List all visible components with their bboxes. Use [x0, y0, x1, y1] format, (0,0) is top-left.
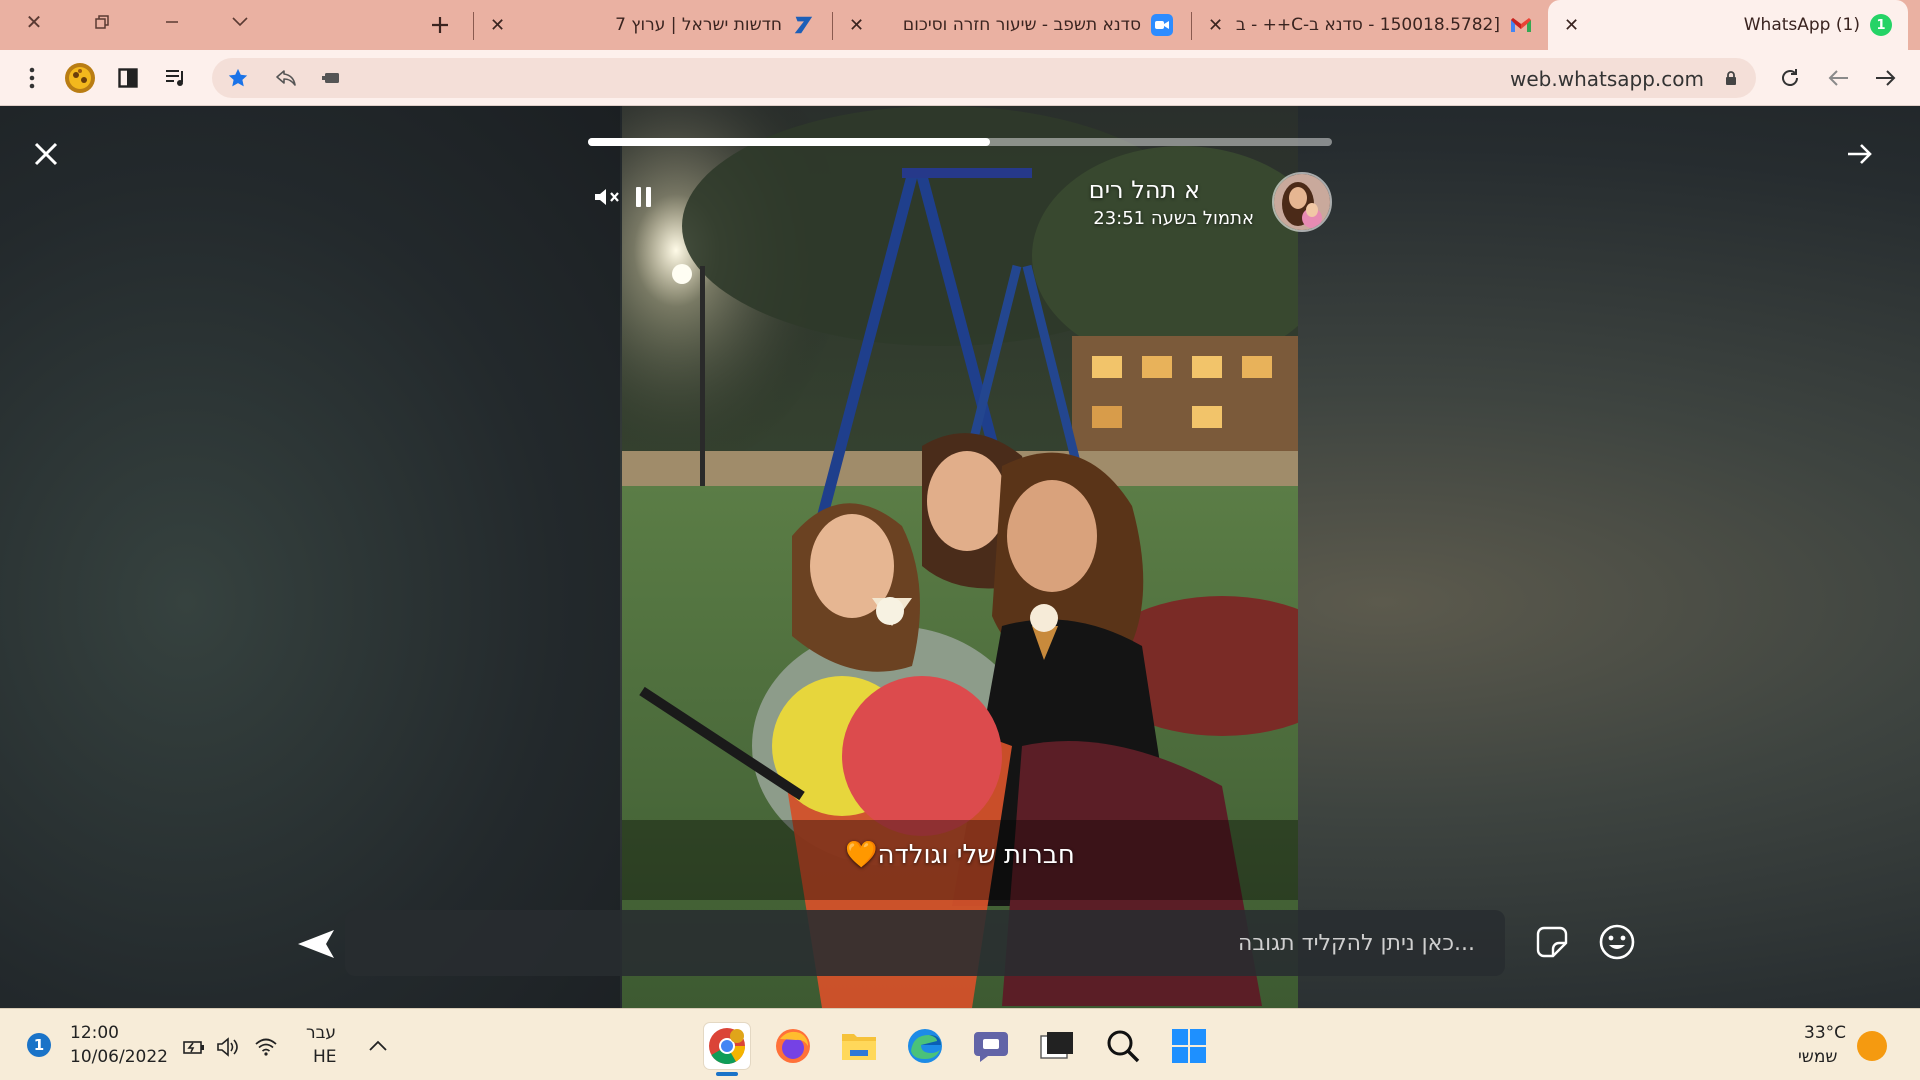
sunny-weather-icon[interactable] — [1857, 1031, 1887, 1061]
cast-icon[interactable] — [312, 58, 352, 98]
tab-title: (1) WhatsApp — [1743, 15, 1860, 35]
weather-temperature[interactable]: 33°C — [1804, 1023, 1846, 1043]
task-view-app-icon[interactable] — [1034, 1023, 1080, 1069]
browser-toolbar: web.whatsapp.com — [0, 50, 1920, 106]
windows-taskbar: 1 12:00 10/06/2022 עבר HE 33°C שמשי — [0, 1008, 1920, 1080]
blurred-background — [0, 106, 620, 1008]
tab-zoom[interactable]: סדנא תשפב - שיעור חזרה וסיכום ✕ — [833, 0, 1189, 50]
plus-icon — [432, 17, 448, 33]
gmail-icon — [1510, 14, 1532, 36]
reply-input[interactable] — [375, 910, 1475, 976]
status-progress-fill — [588, 138, 990, 146]
wifi-icon[interactable] — [252, 1035, 280, 1059]
url-text: web.whatsapp.com — [1510, 67, 1704, 91]
search-app-icon[interactable] — [1100, 1023, 1146, 1069]
notification-badge[interactable]: 1 — [27, 1033, 51, 1057]
clock-time[interactable]: 12:00 — [70, 1023, 119, 1043]
language-indicator-bottom[interactable]: HE — [313, 1047, 337, 1067]
file-explorer-app-icon[interactable] — [836, 1023, 882, 1069]
back-arrow-icon[interactable] — [1818, 58, 1858, 98]
side-panel-icon[interactable] — [108, 58, 148, 98]
window-restore-icon[interactable] — [80, 0, 124, 44]
tab-close-icon[interactable]: ✕ — [1208, 15, 1223, 36]
weather-condition[interactable]: שמשי — [1798, 1047, 1837, 1067]
tab-whatsapp[interactable]: 1 (1) WhatsApp ✕ — [1548, 0, 1908, 50]
lock-icon[interactable] — [1716, 58, 1746, 98]
clock-date[interactable]: 10/06/2022 — [70, 1047, 168, 1067]
volume-icon[interactable] — [214, 1035, 242, 1059]
poster-avatar[interactable] — [1272, 172, 1332, 232]
language-indicator-top[interactable]: עבר — [306, 1023, 336, 1043]
zoom-icon — [1151, 14, 1173, 36]
tab-strip: ✕ חדשות ישראל | ערוץ 7 ✕ סדנא תשפב - שיע… — [0, 0, 1920, 50]
emoji-smiley-icon — [1599, 924, 1635, 960]
tab-title: חדשות ישראל | ערוץ 7 — [615, 15, 782, 35]
active-app-indicator — [716, 1072, 738, 1076]
firefox-app-icon[interactable] — [770, 1023, 816, 1069]
tab-title: סדנא תשפב - שיעור חזרה וסיכום — [902, 15, 1141, 35]
forward-arrow-icon[interactable] — [1866, 58, 1906, 98]
bookmark-star-icon[interactable] — [218, 58, 258, 98]
tab-gmail[interactable]: [150018.5782 - סדנא ב-C++ - ב ✕ — [1192, 0, 1548, 50]
posted-time: אתמול בשעה 23:51 — [1093, 208, 1254, 229]
new-tab-button[interactable] — [420, 6, 460, 44]
share-icon[interactable] — [266, 58, 306, 98]
chrome-app-icon[interactable] — [704, 1023, 750, 1069]
sticker-icon — [1536, 926, 1568, 958]
edge-app-icon[interactable] — [902, 1023, 948, 1069]
window-minimize-icon[interactable] — [150, 0, 194, 44]
send-reply-button[interactable] — [294, 924, 338, 964]
reply-box — [345, 910, 1505, 976]
tab-arutz7[interactable]: חדשות ישראל | ערוץ 7 ✕ — [474, 0, 830, 50]
menu-kebab-icon[interactable] — [12, 58, 52, 98]
windows-start-icon[interactable] — [1166, 1023, 1212, 1069]
status-progress-bar — [588, 138, 1332, 146]
poster-name: א תהל רים — [1088, 176, 1200, 204]
tab-title: [150018.5782 - סדנא ב-C++ - ב — [1235, 15, 1500, 35]
reload-icon[interactable] — [1770, 58, 1810, 98]
battery-charging-icon[interactable] — [180, 1035, 208, 1059]
arutz7-icon — [792, 14, 814, 36]
status-viewer: א תהל רים אתמול בשעה 23:51 חברות שלי וגו… — [0, 106, 1920, 1008]
tab-close-icon[interactable]: ✕ — [849, 15, 864, 36]
media-queue-icon[interactable] — [156, 58, 196, 98]
teams-chat-app-icon[interactable] — [968, 1023, 1014, 1069]
send-arrow-icon — [298, 930, 334, 958]
tab-close-icon[interactable]: ✕ — [490, 15, 505, 36]
next-status-arrow-icon[interactable] — [1838, 132, 1882, 176]
pause-icon[interactable] — [628, 180, 658, 214]
tab-search-chevron-icon[interactable] — [218, 0, 262, 44]
tab-close-icon[interactable]: ✕ — [1564, 15, 1579, 36]
show-hidden-icons-chevron-icon[interactable] — [368, 1033, 388, 1057]
status-caption: חברות שלי וגולדה🧡 — [845, 840, 1075, 870]
window-close-icon[interactable]: ✕ — [12, 0, 56, 44]
mute-icon[interactable] — [590, 180, 624, 214]
address-bar[interactable]: web.whatsapp.com — [212, 58, 1756, 98]
profile-avatar-icon[interactable] — [60, 58, 100, 98]
emoji-button[interactable] — [1595, 920, 1639, 964]
sticker-button[interactable] — [1532, 922, 1572, 962]
whatsapp-badge-icon: 1 — [1870, 14, 1892, 36]
close-viewer-icon[interactable] — [26, 134, 66, 174]
